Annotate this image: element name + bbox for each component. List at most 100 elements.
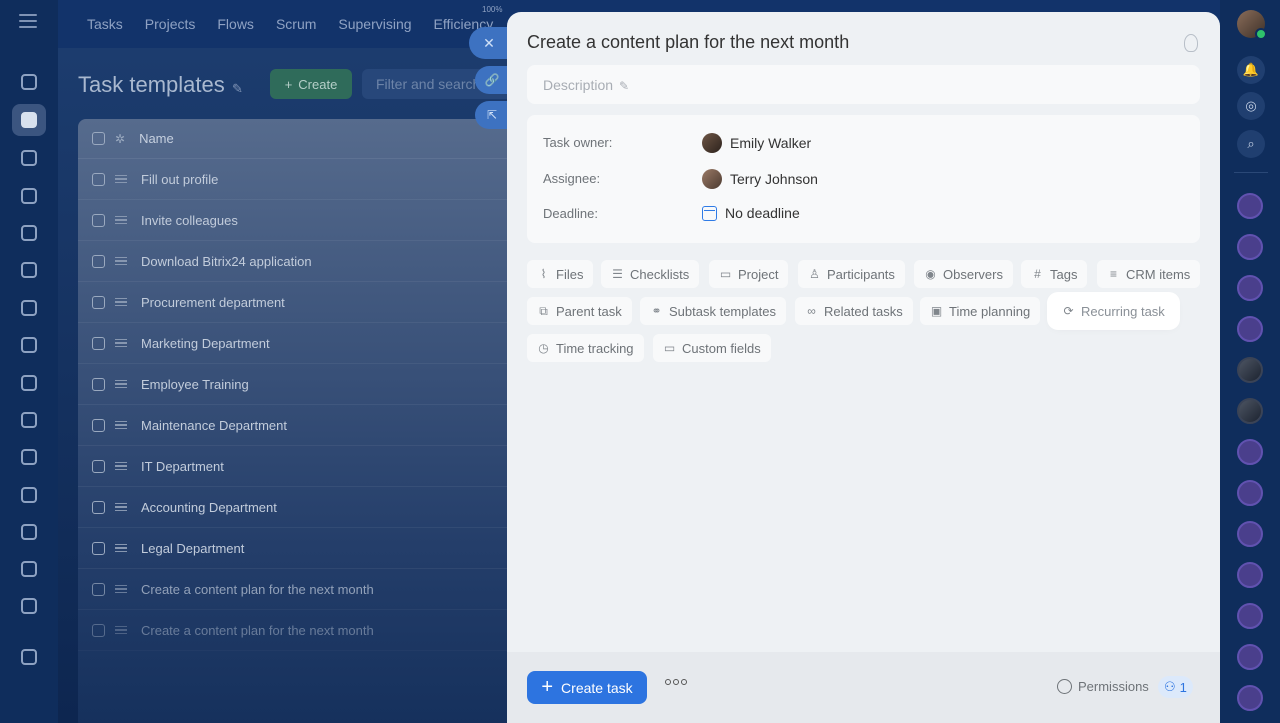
copilot-icon[interactable]: ◎ — [1237, 92, 1265, 120]
sidebar-item-sign[interactable] — [12, 404, 46, 436]
sidebar-item-shop[interactable] — [12, 329, 46, 361]
chat-avatar[interactable] — [1237, 439, 1263, 465]
row-menu-icon[interactable] — [115, 460, 127, 473]
sidebar-item-settings[interactable] — [12, 641, 46, 673]
menu-icon[interactable] — [19, 14, 37, 28]
owner-value[interactable]: Emily Walker — [702, 133, 811, 153]
chat-avatar[interactable] — [1237, 193, 1263, 219]
chat-avatar[interactable] — [1237, 398, 1263, 424]
table-row[interactable]: Create a content plan for the next month — [78, 569, 538, 610]
copy-link-button[interactable]: 🔗 — [475, 66, 509, 94]
chip-time-planning[interactable]: ▣ Time planning — [920, 297, 1041, 325]
sidebar-item-docs[interactable] — [12, 367, 46, 399]
permissions-button[interactable]: Permissions — [1057, 679, 1149, 694]
chip-recurring-task[interactable]: ⟳ Recurring task — [1052, 297, 1175, 325]
table-row[interactable]: Create a content plan for the next month — [78, 610, 538, 651]
chat-avatar[interactable] — [1237, 562, 1263, 588]
table-row[interactable]: Marketing Department — [78, 323, 538, 364]
row-checkbox[interactable] — [92, 213, 105, 227]
chip-time-tracking[interactable]: ◷ Time tracking — [527, 334, 644, 362]
chip-custom-fields[interactable]: ▭ Custom fields — [653, 334, 771, 362]
tab-supervising[interactable]: Supervising — [338, 16, 411, 32]
open-new-window-button[interactable]: ⇱ — [475, 101, 509, 129]
chip-participants[interactable]: ♙ Participants — [798, 260, 905, 288]
chat-avatar[interactable] — [1237, 603, 1263, 629]
chat-avatar[interactable] — [1237, 357, 1263, 383]
chat-avatar[interactable] — [1237, 275, 1263, 301]
chip-project[interactable]: ▭ Project — [709, 260, 789, 288]
row-checkbox[interactable] — [92, 377, 105, 391]
sidebar-item-sites[interactable] — [12, 590, 46, 622]
sidebar-item-marketing[interactable] — [12, 292, 46, 324]
table-row[interactable]: Fill out profile — [78, 159, 538, 200]
row-title[interactable]: Legal Department — [141, 541, 244, 556]
table-row[interactable]: Employee Training — [78, 364, 538, 405]
row-menu-icon[interactable] — [115, 173, 127, 186]
create-task-button[interactable]: + Create task — [527, 671, 647, 704]
chat-avatar[interactable] — [1237, 234, 1263, 260]
row-title[interactable]: IT Department — [141, 459, 224, 474]
row-menu-icon[interactable] — [115, 583, 127, 596]
deadline-value[interactable]: No deadline — [702, 205, 800, 221]
row-title[interactable]: Maintenance Department — [141, 418, 287, 433]
row-title[interactable]: Create a content plan for the next month — [141, 623, 374, 638]
column-name-header[interactable]: Name — [139, 131, 174, 146]
chat-avatar[interactable] — [1237, 521, 1263, 547]
table-row[interactable]: Legal Department — [78, 528, 538, 569]
search-chat-icon[interactable]: ⌕ — [1237, 130, 1265, 158]
row-title[interactable]: Download Bitrix24 application — [141, 254, 312, 269]
row-checkbox[interactable] — [92, 582, 105, 596]
sidebar-item-drive[interactable] — [12, 254, 46, 286]
row-checkbox[interactable] — [92, 295, 105, 309]
grid-settings-icon[interactable]: ✲ — [115, 132, 125, 146]
more-options-icon[interactable] — [665, 679, 687, 685]
row-menu-icon[interactable] — [115, 337, 127, 350]
tab-tasks[interactable]: Tasks — [87, 16, 123, 32]
pin-icon[interactable]: ✎ — [232, 81, 243, 97]
permissions-count-badge[interactable]: ⚇ 1 — [1158, 676, 1193, 698]
tab-projects[interactable]: Projects — [145, 16, 196, 32]
row-checkbox[interactable] — [92, 623, 105, 637]
tab-flows[interactable]: Flows — [217, 16, 254, 32]
table-row[interactable]: Invite colleagues — [78, 200, 538, 241]
chat-avatar[interactable] — [1237, 644, 1263, 670]
row-menu-icon[interactable] — [115, 378, 127, 391]
chip-tags[interactable]: # Tags — [1021, 260, 1088, 288]
row-title[interactable]: Employee Training — [141, 377, 249, 392]
sidebar-item-activity[interactable] — [12, 66, 46, 98]
chip-checklists[interactable]: ☰ Checklists — [601, 260, 700, 288]
row-checkbox[interactable] — [92, 500, 105, 514]
row-title[interactable]: Accounting Department — [141, 500, 277, 515]
table-row[interactable]: Procurement department — [78, 282, 538, 323]
row-checkbox[interactable] — [92, 459, 105, 473]
sidebar-item-tasks[interactable] — [12, 104, 46, 136]
table-row[interactable]: Accounting Department — [78, 487, 538, 528]
sidebar-item-inventory[interactable] — [12, 479, 46, 511]
row-menu-icon[interactable] — [115, 501, 127, 514]
row-menu-icon[interactable] — [115, 214, 127, 227]
row-title[interactable]: Create a content plan for the next month — [141, 582, 374, 597]
row-title[interactable]: Marketing Department — [141, 336, 270, 351]
row-title[interactable]: Procurement department — [141, 295, 285, 310]
chip-parent-task[interactable]: ⧉ Parent task — [527, 297, 632, 325]
table-row[interactable]: IT Department — [78, 446, 538, 487]
row-menu-icon[interactable] — [115, 296, 127, 309]
panel-title[interactable]: Create a content plan for the next month — [527, 32, 849, 53]
assignee-value[interactable]: Terry Johnson — [702, 169, 818, 189]
row-checkbox[interactable] — [92, 254, 105, 268]
chat-avatar[interactable] — [1237, 480, 1263, 506]
row-menu-icon[interactable] — [115, 542, 127, 555]
row-menu-icon[interactable] — [115, 624, 127, 637]
chip-files[interactable]: ⌇ Files — [527, 260, 594, 288]
chat-avatar[interactable] — [1237, 316, 1263, 342]
sidebar-item-more[interactable] — [12, 553, 46, 585]
row-checkbox[interactable] — [92, 541, 105, 555]
table-row[interactable]: Download Bitrix24 application — [78, 241, 538, 282]
chip-crm-items[interactable]: ≡ CRM items — [1097, 260, 1201, 288]
select-all-checkbox[interactable] — [92, 132, 105, 145]
row-menu-icon[interactable] — [115, 419, 127, 432]
close-slider-button[interactable]: ✕ — [469, 27, 509, 59]
chip-related-tasks[interactable]: ∞ Related tasks — [795, 297, 913, 325]
chip-subtask-templates[interactable]: ⚭ Subtask templates — [640, 297, 786, 325]
row-checkbox[interactable] — [92, 336, 105, 350]
